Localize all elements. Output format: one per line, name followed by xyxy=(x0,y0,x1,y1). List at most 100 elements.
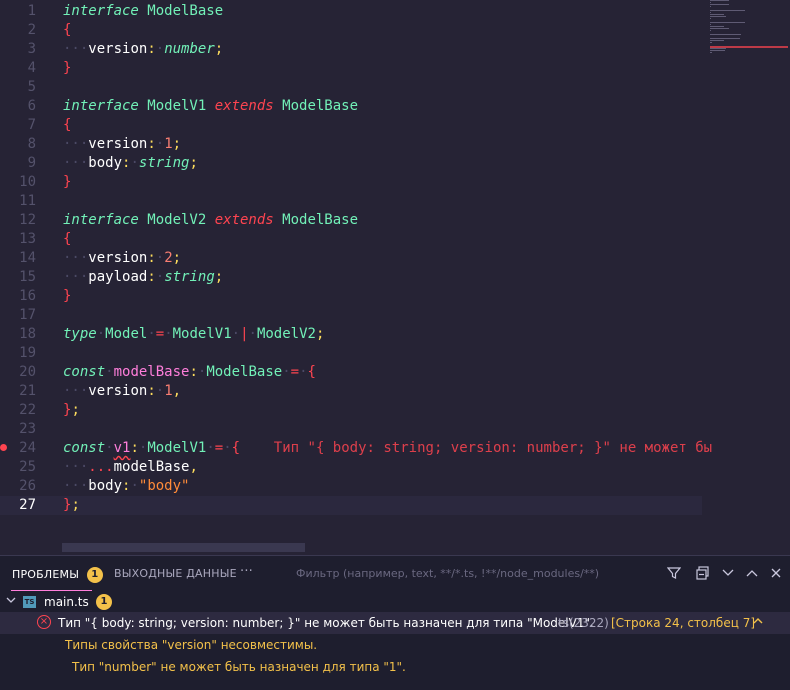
line-number: 19 xyxy=(19,345,36,361)
chevron-up-icon[interactable] xyxy=(752,613,764,635)
code-text[interactable]: ···version:·2; xyxy=(63,249,181,268)
code-text[interactable]: }; xyxy=(63,496,80,515)
code-text[interactable]: interface ModelBase xyxy=(63,2,223,21)
filter-icon[interactable] xyxy=(666,566,682,584)
minimap-line xyxy=(710,34,741,35)
problem-item[interactable]: × Тип "{ body: string; version: number; … xyxy=(0,612,790,634)
line-number: 16 xyxy=(19,288,36,304)
code-text[interactable]: } xyxy=(63,173,71,192)
code-text[interactable]: ···...modelBase, xyxy=(63,458,198,477)
problem-detail-row: Типы свойства "version" несовместимы. xyxy=(0,634,790,656)
minimap-line xyxy=(710,4,729,5)
close-icon[interactable] xyxy=(769,566,783,584)
minimap[interactable] xyxy=(710,0,788,60)
line-number: 7 xyxy=(27,117,36,133)
chevron-up-icon[interactable] xyxy=(745,566,759,584)
minimap-line xyxy=(710,10,745,11)
typescript-file-icon: TS xyxy=(23,596,36,608)
problem-message: Тип "{ body: string; version: number; }"… xyxy=(58,616,594,630)
code-line[interactable]: 8 ···version:·1; xyxy=(0,135,702,154)
chevron-down-icon[interactable] xyxy=(6,591,16,613)
code-line[interactable]: 6 interface ModelV1 extends ModelBase xyxy=(0,97,702,116)
tab-output[interactable]: ВЫХОДНЫЕ ДАННЫЕ xyxy=(114,567,237,580)
more-actions-icon[interactable]: ··· xyxy=(240,564,253,579)
code-text[interactable]: ···body:·string; xyxy=(63,154,198,173)
code-line[interactable]: 22}; xyxy=(0,401,702,420)
minimap-line xyxy=(710,14,724,15)
code-text[interactable]: const·modelBase:·ModelBase·=·{ xyxy=(63,363,316,382)
code-line[interactable]: 20 const·modelBase:·ModelBase·=·{ xyxy=(0,363,702,382)
code-text[interactable]: ···version:·1, xyxy=(63,382,181,401)
filter-input[interactable]: Фильтр (например, text, **/*.ts, !**/nod… xyxy=(296,567,599,580)
collapse-all-icon[interactable] xyxy=(696,566,710,584)
minimap-line xyxy=(710,6,711,7)
code-line[interactable]: 2{ xyxy=(0,21,702,40)
minimap-line xyxy=(710,26,724,27)
code-line[interactable]: 3 ···version:·number; xyxy=(0,40,702,59)
code-line[interactable]: 7{ xyxy=(0,116,702,135)
code-line[interactable]: 23 xyxy=(0,420,702,439)
line-number: 12 xyxy=(19,212,36,228)
code-line[interactable]: 15 ···payload:·string; xyxy=(0,268,702,287)
code-line[interactable]: 11 xyxy=(0,192,702,211)
tab-problems[interactable]: ПРОБЛЕМЫ 1 xyxy=(12,567,103,583)
line-number: 6 xyxy=(27,98,36,114)
code-text[interactable]: ···version:·1; xyxy=(63,135,181,154)
code-line[interactable]: 24 const·v1:·ModelV1·=·{ Тип "{ body: str… xyxy=(0,439,712,458)
line-number: 4 xyxy=(27,60,36,76)
code-line[interactable]: 21 ···version:·1, xyxy=(0,382,702,401)
code-line[interactable]: 26 ···body:·"body" xyxy=(0,477,702,496)
code-text[interactable]: ···payload:·string; xyxy=(63,268,223,287)
minimap-line xyxy=(710,24,711,25)
minimap-line xyxy=(710,50,725,51)
minimap-line xyxy=(710,40,724,41)
line-number: 22 xyxy=(19,402,36,418)
minimap-line xyxy=(710,16,726,17)
panel-tabs: ПРОБЛЕМЫ 1 ВЫХОДНЫЕ ДАННЫЕ ··· Фильтр (н… xyxy=(0,556,790,592)
tab-problems-label: ПРОБЛЕМЫ xyxy=(12,568,80,581)
code-line[interactable]: 18 type·Model·=·ModelV1·|·ModelV2; xyxy=(0,325,702,344)
code-line[interactable]: 17 xyxy=(0,306,702,325)
code-line[interactable]: 10} xyxy=(0,173,702,192)
code-line[interactable]: 27}; xyxy=(0,496,702,515)
code-line[interactable]: 13 { xyxy=(0,230,702,249)
horizontal-scrollbar[interactable] xyxy=(62,543,305,552)
code-line[interactable]: 5 xyxy=(0,78,702,97)
code-line[interactable]: 14 ···version:·2; xyxy=(0,249,702,268)
code-text[interactable]: ···body:·"body" xyxy=(63,477,189,496)
code-text[interactable]: interface ModelV1 extends ModelBase xyxy=(63,97,358,116)
line-number: 24 xyxy=(19,440,36,456)
code-line[interactable]: 16} xyxy=(0,287,702,306)
code-line[interactable]: 12 interface ModelV2 extends ModelBase xyxy=(0,211,702,230)
line-number: 23 xyxy=(19,421,36,437)
minimap-line xyxy=(710,2,711,3)
code-line[interactable]: 9 ···body:·string; xyxy=(0,154,702,173)
code-text[interactable]: } xyxy=(63,287,71,306)
code-text[interactable]: { xyxy=(63,230,71,249)
code-line[interactable]: 4} xyxy=(0,59,702,78)
line-number: 9 xyxy=(27,155,36,171)
minimap-line xyxy=(710,48,726,49)
problems-file-row[interactable]: TS main.ts 1 xyxy=(0,591,790,613)
code-text[interactable]: type·Model·=·ModelV1·|·ModelV2; xyxy=(63,325,324,344)
line-number: 27 xyxy=(19,497,36,513)
code-line[interactable]: 1 interface ModelBase xyxy=(0,2,702,21)
code-text[interactable]: const·v1:·ModelV1·=·{ Тип "{ body: strin… xyxy=(63,439,712,458)
code-text[interactable]: { xyxy=(63,21,71,40)
code-line[interactable]: 25 ···...modelBase, xyxy=(0,458,702,477)
code-text[interactable]: }; xyxy=(63,401,80,420)
minimap-line xyxy=(710,18,711,19)
file-name: main.ts xyxy=(44,595,89,609)
code-text[interactable]: } xyxy=(63,59,71,78)
code-line[interactable]: 19 xyxy=(0,344,702,363)
line-number: 25 xyxy=(19,459,36,475)
problems-panel: ПРОБЛЕМЫ 1 ВЫХОДНЫЕ ДАННЫЕ ··· Фильтр (н… xyxy=(0,555,790,690)
line-number: 21 xyxy=(19,383,36,399)
code-text[interactable]: { xyxy=(63,116,71,135)
maximize-panel-icon[interactable] xyxy=(721,566,735,584)
line-number: 13 xyxy=(19,231,36,247)
code-text[interactable]: interface ModelV2 extends ModelBase xyxy=(63,211,358,230)
code-text[interactable]: ···version:·number; xyxy=(63,40,223,59)
code-editor[interactable]: 1 interface ModelBase 2{3 ···version:·numbe… xyxy=(0,0,790,552)
problem-detail-1: Типы свойства "version" несовместимы. xyxy=(65,638,318,652)
